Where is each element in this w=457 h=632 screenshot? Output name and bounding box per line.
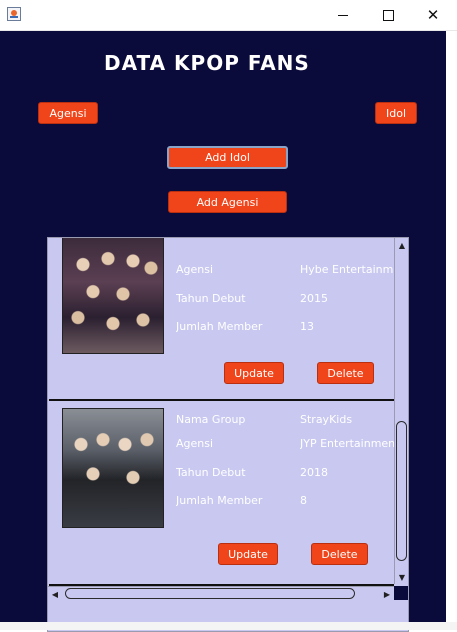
group-card: Agensi Hybe Entertainment Tahun Debut 20… [49, 238, 394, 384]
scrollbar-corner [394, 586, 408, 600]
field-label: Tahun Debut [176, 466, 246, 479]
field-value: JYP Entertainment [300, 437, 394, 450]
update-button[interactable]: Update [218, 543, 278, 565]
minimize-icon [338, 14, 348, 16]
maximize-icon [382, 9, 394, 21]
scroll-left-arrow-icon[interactable]: ◀ [48, 587, 62, 601]
field-value: Hybe Entertainment [300, 263, 394, 276]
delete-button[interactable]: Delete [311, 543, 368, 565]
group-photo [62, 408, 164, 528]
field-value: 2015 [300, 292, 328, 305]
main-panel: DATA KPOP FANS Agensi Idol Add Idol Add … [0, 31, 446, 632]
window-bottom-edge [0, 622, 457, 630]
field-value: 8 [300, 494, 307, 507]
horizontal-scrollbar[interactable]: ◀ ▶ [48, 586, 394, 601]
group-list-scroll-pane[interactable]: Agensi Hybe Entertainment Tahun Debut 20… [47, 237, 409, 632]
field-label: Agensi [176, 263, 214, 276]
field-value: StrayKids [300, 413, 353, 426]
java-app-icon [7, 7, 21, 21]
scroll-right-arrow-icon[interactable]: ▶ [380, 587, 394, 601]
field-label: Jumlah Member [176, 494, 263, 507]
title-bar: ✕ [0, 0, 457, 31]
maximize-button[interactable] [365, 0, 411, 30]
agensi-button[interactable]: Agensi [38, 102, 98, 124]
delete-button[interactable]: Delete [317, 362, 374, 384]
minimize-button[interactable] [320, 0, 366, 30]
horizontal-scroll-thumb[interactable] [65, 588, 355, 599]
add-agensi-button[interactable]: Add Agensi [168, 191, 287, 213]
scroll-up-arrow-icon[interactable]: ▲ [395, 238, 408, 252]
field-value: 13 [300, 320, 314, 333]
field-label: Jumlah Member [176, 320, 263, 333]
field-label: Tahun Debut [176, 292, 246, 305]
idol-button[interactable]: Idol [375, 102, 417, 124]
add-idol-button[interactable]: Add Idol [167, 146, 288, 169]
group-card: Nama Group StrayKids Agensi JYP Entertai… [49, 401, 394, 565]
group-photo [62, 238, 164, 354]
field-value: 2018 [300, 466, 328, 479]
scroll-down-arrow-icon[interactable]: ▼ [395, 570, 408, 584]
field-label: Nama Group [176, 413, 246, 426]
close-icon: ✕ [426, 5, 440, 24]
vertical-scrollbar[interactable]: ▲ ▼ [394, 238, 408, 584]
update-button[interactable]: Update [224, 362, 284, 384]
vertical-scroll-thumb[interactable] [396, 421, 407, 561]
page-title: DATA KPOP FANS [104, 51, 310, 75]
field-label: Agensi [176, 437, 214, 450]
close-button[interactable]: ✕ [410, 0, 456, 30]
